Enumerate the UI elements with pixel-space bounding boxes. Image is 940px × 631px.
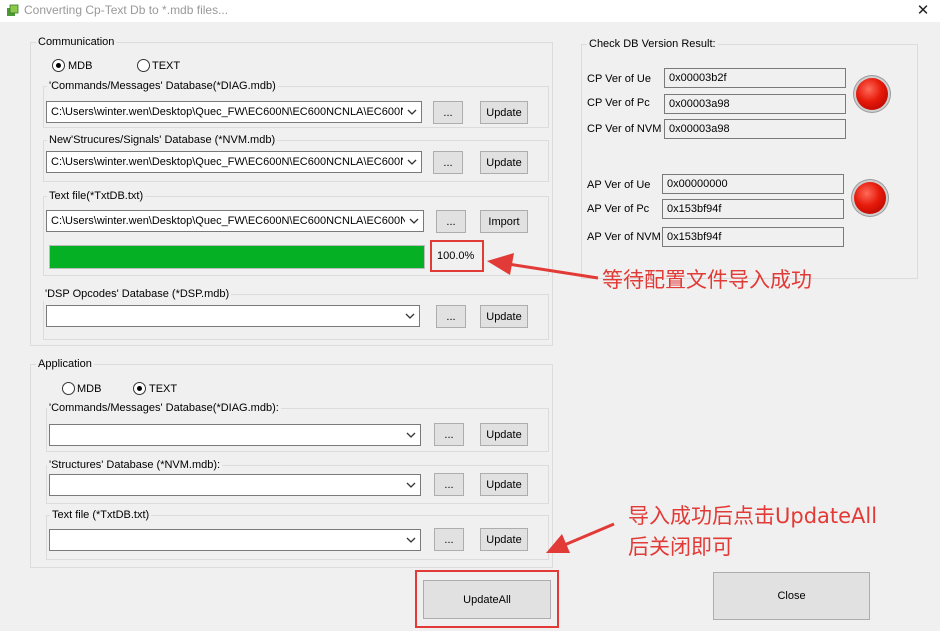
- app-nvm-combo[interactable]: [49, 474, 421, 496]
- chevron-down-icon: [407, 109, 417, 115]
- cp-nvm-label: CP Ver of NVM: [587, 123, 662, 135]
- chevron-down-icon: [406, 432, 416, 438]
- ap-pc-field: 0x153bf94f: [662, 199, 844, 219]
- close-button[interactable]: Close: [713, 572, 870, 620]
- comm-diag-browse-button[interactable]: ...: [433, 101, 463, 124]
- cp-pc-field: 0x00003a98: [664, 94, 846, 114]
- comm-nvm-browse-button[interactable]: ...: [433, 151, 463, 174]
- app-text-browse-button[interactable]: ...: [434, 528, 464, 551]
- app-mdb-radio[interactable]: [62, 382, 75, 395]
- comm-dsp-browse-button[interactable]: ...: [436, 305, 466, 328]
- comm-text-label: Text file(*TxtDB.txt): [47, 190, 146, 203]
- app-text-radio-label[interactable]: TEXT: [149, 383, 177, 396]
- comm-diag-combo[interactable]: C:\Users\winter.wen\Desktop\Quec_FW\EC60…: [46, 101, 422, 123]
- import-button[interactable]: Import: [480, 210, 528, 233]
- ap-ue-label: AP Ver of Ue: [587, 179, 651, 191]
- ap-status-led: [854, 182, 886, 214]
- app-mdb-radio-label[interactable]: MDB: [77, 383, 101, 396]
- comm-dsp-update-button[interactable]: Update: [480, 305, 528, 328]
- cp-nvm-field: 0x00003a98: [664, 119, 846, 139]
- progress-highlight-box: [430, 240, 484, 272]
- comm-nvm-update-button[interactable]: Update: [480, 151, 528, 174]
- comm-text-value: C:\Users\winter.wen\Desktop\Quec_FW\EC60…: [51, 215, 405, 227]
- chevron-down-icon: [406, 482, 416, 488]
- comm-dsp-label: 'DSP Opcodes' Database (*DSP.mdb): [43, 288, 232, 301]
- chevron-down-icon: [407, 159, 417, 165]
- cp-status-led: [856, 78, 888, 110]
- ap-pc-label: AP Ver of Pc: [587, 203, 650, 215]
- app-nvm-browse-button[interactable]: ...: [434, 473, 464, 496]
- comm-diag-value: C:\Users\winter.wen\Desktop\Quec_FW\EC60…: [51, 106, 403, 118]
- ap-nvm-label: AP Ver of NVM: [587, 231, 661, 243]
- import-progress-fill: [50, 246, 424, 268]
- arrow-to-update-all: [546, 522, 615, 553]
- application-legend: Application: [36, 358, 94, 371]
- app-diag-label: 'Commands/Messages' Database(*DIAG.mdb):: [47, 402, 281, 415]
- window-title: Converting Cp-Text Db to *.mdb files...: [24, 3, 229, 17]
- app-icon: [7, 4, 19, 16]
- comm-dsp-combo[interactable]: [46, 305, 420, 327]
- chevron-down-icon: [409, 218, 419, 224]
- app-nvm-label: 'Structures' Database (*NVM.mdb):: [47, 459, 223, 472]
- comm-mdb-radio[interactable]: [52, 59, 65, 72]
- annotation-wait-import: 等待配置文件导入成功: [602, 268, 812, 292]
- import-progress-bar: [49, 245, 425, 269]
- communication-legend: Communication: [36, 36, 117, 49]
- ap-nvm-field: 0x153bf94f: [662, 227, 844, 247]
- app-text-update-button[interactable]: Update: [480, 528, 528, 551]
- cp-ue-field: 0x00003b2f: [664, 68, 846, 88]
- comm-text-combo[interactable]: C:\Users\winter.wen\Desktop\Quec_FW\EC60…: [46, 210, 424, 232]
- comm-mdb-radio-label[interactable]: MDB: [68, 60, 92, 73]
- check-db-legend: Check DB Version Result:: [587, 38, 718, 51]
- comm-text-radio-label[interactable]: TEXT: [152, 60, 180, 73]
- annotation-after-import-line2: 后关闭即可: [628, 535, 733, 559]
- comm-diag-label: 'Commands/Messages' Database(*DIAG.mdb): [47, 80, 278, 93]
- app-diag-combo[interactable]: [49, 424, 421, 446]
- comm-diag-update-button[interactable]: Update: [480, 101, 528, 124]
- cp-pc-label: CP Ver of Pc: [587, 97, 650, 109]
- app-nvm-update-button[interactable]: Update: [480, 473, 528, 496]
- app-text-combo[interactable]: [49, 529, 421, 551]
- comm-nvm-combo[interactable]: C:\Users\winter.wen\Desktop\Quec_FW\EC60…: [46, 151, 422, 173]
- cp-ue-label: CP Ver of Ue: [587, 73, 651, 85]
- comm-text-radio[interactable]: [137, 59, 150, 72]
- comm-nvm-label: New'Strucures/Signals' Database (*NVM.md…: [47, 134, 278, 147]
- app-diag-update-button[interactable]: Update: [480, 423, 528, 446]
- app-diag-browse-button[interactable]: ...: [434, 423, 464, 446]
- annotation-after-import-line1: 导入成功后点击UpdateAll: [628, 504, 878, 528]
- app-text-radio[interactable]: [133, 382, 146, 395]
- window-close-button[interactable]: ✕: [912, 1, 934, 21]
- update-all-highlight-box: [415, 570, 559, 628]
- comm-nvm-value: C:\Users\winter.wen\Desktop\Quec_FW\EC60…: [51, 156, 403, 168]
- ap-ue-field: 0x00000000: [662, 174, 844, 194]
- app-text-label: Text file (*TxtDB.txt): [50, 509, 152, 522]
- comm-text-browse-button[interactable]: ...: [436, 210, 466, 233]
- chevron-down-icon: [406, 537, 416, 543]
- title-bar: Converting Cp-Text Db to *.mdb files... …: [0, 0, 940, 22]
- chevron-down-icon: [405, 313, 415, 319]
